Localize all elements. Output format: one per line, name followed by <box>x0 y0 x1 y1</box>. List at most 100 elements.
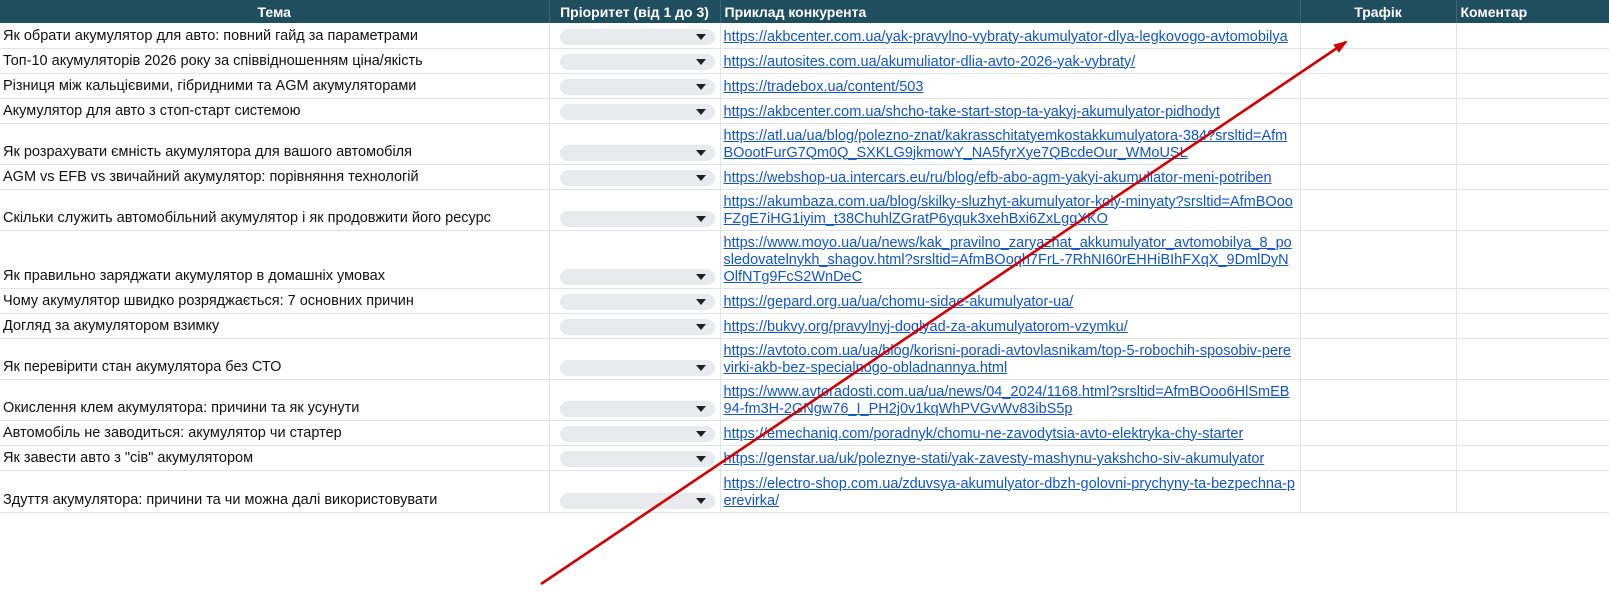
topic-cell[interactable]: Здуття акумулятора: причини та чи можна … <box>0 470 550 513</box>
traffic-cell[interactable] <box>1300 164 1457 190</box>
priority-dropdown[interactable] <box>559 53 715 70</box>
traffic-cell[interactable] <box>1300 189 1457 231</box>
header-comment[interactable]: Коментар <box>1456 0 1609 23</box>
comment-cell[interactable] <box>1456 470 1609 513</box>
priority-cell[interactable] <box>549 379 721 421</box>
traffic-cell[interactable] <box>1300 338 1457 380</box>
comment-cell[interactable] <box>1456 338 1609 380</box>
competitor-cell[interactable]: https://avtoto.com.ua/ua/blog/korisni-po… <box>720 338 1301 380</box>
competitor-cell[interactable]: https://www.avtoradosti.com.ua/ua/news/0… <box>720 379 1301 421</box>
competitor-cell[interactable]: https://webshop-ua.intercars.eu/ru/blog/… <box>720 164 1301 190</box>
chevron-down-icon[interactable] <box>695 298 706 305</box>
chevron-down-icon[interactable] <box>695 215 706 222</box>
priority-cell[interactable] <box>549 420 721 446</box>
competitor-link[interactable]: https://www.avtoradosti.com.ua/ua/news/0… <box>724 384 1290 417</box>
competitor-cell[interactable]: https://autosites.com.ua/akumuliator-dli… <box>720 48 1301 74</box>
comment-cell[interactable] <box>1456 189 1609 231</box>
priority-dropdown[interactable] <box>559 425 715 442</box>
competitor-cell[interactable]: https://tradebox.ua/content/503 <box>720 73 1301 99</box>
chevron-down-icon[interactable] <box>695 149 706 156</box>
topic-cell[interactable]: Чому акумулятор швидко розряджається: 7 … <box>0 288 550 314</box>
comment-cell[interactable] <box>1456 23 1609 49</box>
competitor-link[interactable]: https://tradebox.ua/content/503 <box>724 79 924 95</box>
priority-dropdown[interactable] <box>559 28 715 45</box>
chevron-down-icon[interactable] <box>695 323 706 330</box>
chevron-down-icon[interactable] <box>695 405 706 412</box>
comment-cell[interactable] <box>1456 445 1609 471</box>
priority-dropdown[interactable] <box>559 492 715 509</box>
topic-cell[interactable]: Окислення клем акумулятора: причини та я… <box>0 379 550 421</box>
priority-dropdown[interactable] <box>559 144 715 161</box>
competitor-link[interactable]: https://akbcenter.com.ua/shcho-take-star… <box>724 104 1220 120</box>
competitor-cell[interactable]: https://bukvy.org/pravylnyj-doglyad-za-a… <box>720 313 1301 339</box>
priority-dropdown[interactable] <box>559 78 715 95</box>
header-priority[interactable]: Пріоритет (від 1 до 3) <box>549 0 721 23</box>
topic-cell[interactable]: Догляд за акумулятором взимку <box>0 313 550 339</box>
competitor-cell[interactable]: https://www.moyo.ua/ua/news/kak_pravilno… <box>720 230 1301 289</box>
competitor-cell[interactable]: https://gepard.org.ua/ua/chomu-sidae-aku… <box>720 288 1301 314</box>
competitor-link[interactable]: https://genstar.ua/uk/poleznye-stati/yak… <box>724 451 1265 467</box>
priority-cell[interactable] <box>549 48 721 74</box>
priority-dropdown[interactable] <box>559 293 715 310</box>
topic-cell[interactable]: Різниця між кальцієвими, гібридними та A… <box>0 73 550 99</box>
priority-cell[interactable] <box>549 164 721 190</box>
competitor-cell[interactable]: https://akbcenter.com.ua/shcho-take-star… <box>720 98 1301 124</box>
priority-cell[interactable] <box>549 230 721 289</box>
priority-dropdown[interactable] <box>559 103 715 120</box>
traffic-cell[interactable] <box>1300 73 1457 99</box>
comment-cell[interactable] <box>1456 48 1609 74</box>
comment-cell[interactable] <box>1456 313 1609 339</box>
priority-cell[interactable] <box>549 189 721 231</box>
chevron-down-icon[interactable] <box>695 108 706 115</box>
competitor-link[interactable]: https://electro-shop.com.ua/zduvsya-akum… <box>724 476 1295 509</box>
priority-cell[interactable] <box>549 445 721 471</box>
priority-cell[interactable] <box>549 98 721 124</box>
traffic-cell[interactable] <box>1300 48 1457 74</box>
traffic-cell[interactable] <box>1300 313 1457 339</box>
competitor-cell[interactable]: https://emechaniq.com/poradnyk/chomu-ne-… <box>720 420 1301 446</box>
competitor-link[interactable]: https://autosites.com.ua/akumuliator-dli… <box>724 54 1136 70</box>
chevron-down-icon[interactable] <box>695 430 706 437</box>
topic-cell[interactable]: Акумулятор для авто з стоп-старт системо… <box>0 98 550 124</box>
traffic-cell[interactable] <box>1300 288 1457 314</box>
topic-cell[interactable]: Як перевірити стан акумулятора без СТО <box>0 338 550 380</box>
competitor-link[interactable]: https://atl.ua/ua/blog/polezno-znat/kakr… <box>724 128 1288 161</box>
comment-cell[interactable] <box>1456 288 1609 314</box>
chevron-down-icon[interactable] <box>695 455 706 462</box>
topic-cell[interactable]: Як розрахувати ємність акумулятора для в… <box>0 123 550 165</box>
competitor-link[interactable]: https://webshop-ua.intercars.eu/ru/blog/… <box>724 170 1272 186</box>
competitor-cell[interactable]: https://akbcenter.com.ua/yak-pravylno-vy… <box>720 23 1301 49</box>
priority-dropdown[interactable] <box>559 210 715 227</box>
priority-cell[interactable] <box>549 73 721 99</box>
comment-cell[interactable] <box>1456 164 1609 190</box>
topic-cell[interactable]: Як обрати акумулятор для авто: повний га… <box>0 23 550 49</box>
topic-cell[interactable]: Як правильно заряджати акумулятор в дома… <box>0 230 550 289</box>
competitor-link[interactable]: https://www.moyo.ua/ua/news/kak_pravilno… <box>724 235 1292 285</box>
header-topic[interactable]: Тема <box>0 0 550 23</box>
comment-cell[interactable] <box>1456 379 1609 421</box>
priority-dropdown[interactable] <box>559 268 715 285</box>
topic-cell[interactable]: AGM vs EFB vs звичайний акумулятор: порі… <box>0 164 550 190</box>
traffic-cell[interactable] <box>1300 379 1457 421</box>
competitor-link[interactable]: https://avtoto.com.ua/ua/blog/korisni-po… <box>724 343 1291 376</box>
topic-cell[interactable]: Топ-10 акумуляторів 2026 року за співвід… <box>0 48 550 74</box>
chevron-down-icon[interactable] <box>695 364 706 371</box>
traffic-cell[interactable] <box>1300 98 1457 124</box>
comment-cell[interactable] <box>1456 420 1609 446</box>
chevron-down-icon[interactable] <box>695 33 706 40</box>
priority-cell[interactable] <box>549 470 721 513</box>
priority-cell[interactable] <box>549 123 721 165</box>
chevron-down-icon[interactable] <box>695 273 706 280</box>
priority-dropdown[interactable] <box>559 318 715 335</box>
priority-dropdown[interactable] <box>559 359 715 376</box>
topic-cell[interactable]: Скільки служить автомобільний акумулятор… <box>0 189 550 231</box>
traffic-cell[interactable] <box>1300 230 1457 289</box>
traffic-cell[interactable] <box>1300 445 1457 471</box>
chevron-down-icon[interactable] <box>695 174 706 181</box>
competitor-link[interactable]: https://akbcenter.com.ua/yak-pravylno-vy… <box>724 29 1288 45</box>
topic-cell[interactable]: Як завести авто з "сів" акумулятором <box>0 445 550 471</box>
competitor-cell[interactable]: https://electro-shop.com.ua/zduvsya-akum… <box>720 470 1301 513</box>
competitor-cell[interactable]: https://genstar.ua/uk/poleznye-stati/yak… <box>720 445 1301 471</box>
priority-cell[interactable] <box>549 288 721 314</box>
competitor-link[interactable]: https://bukvy.org/pravylnyj-doglyad-za-a… <box>724 319 1128 335</box>
